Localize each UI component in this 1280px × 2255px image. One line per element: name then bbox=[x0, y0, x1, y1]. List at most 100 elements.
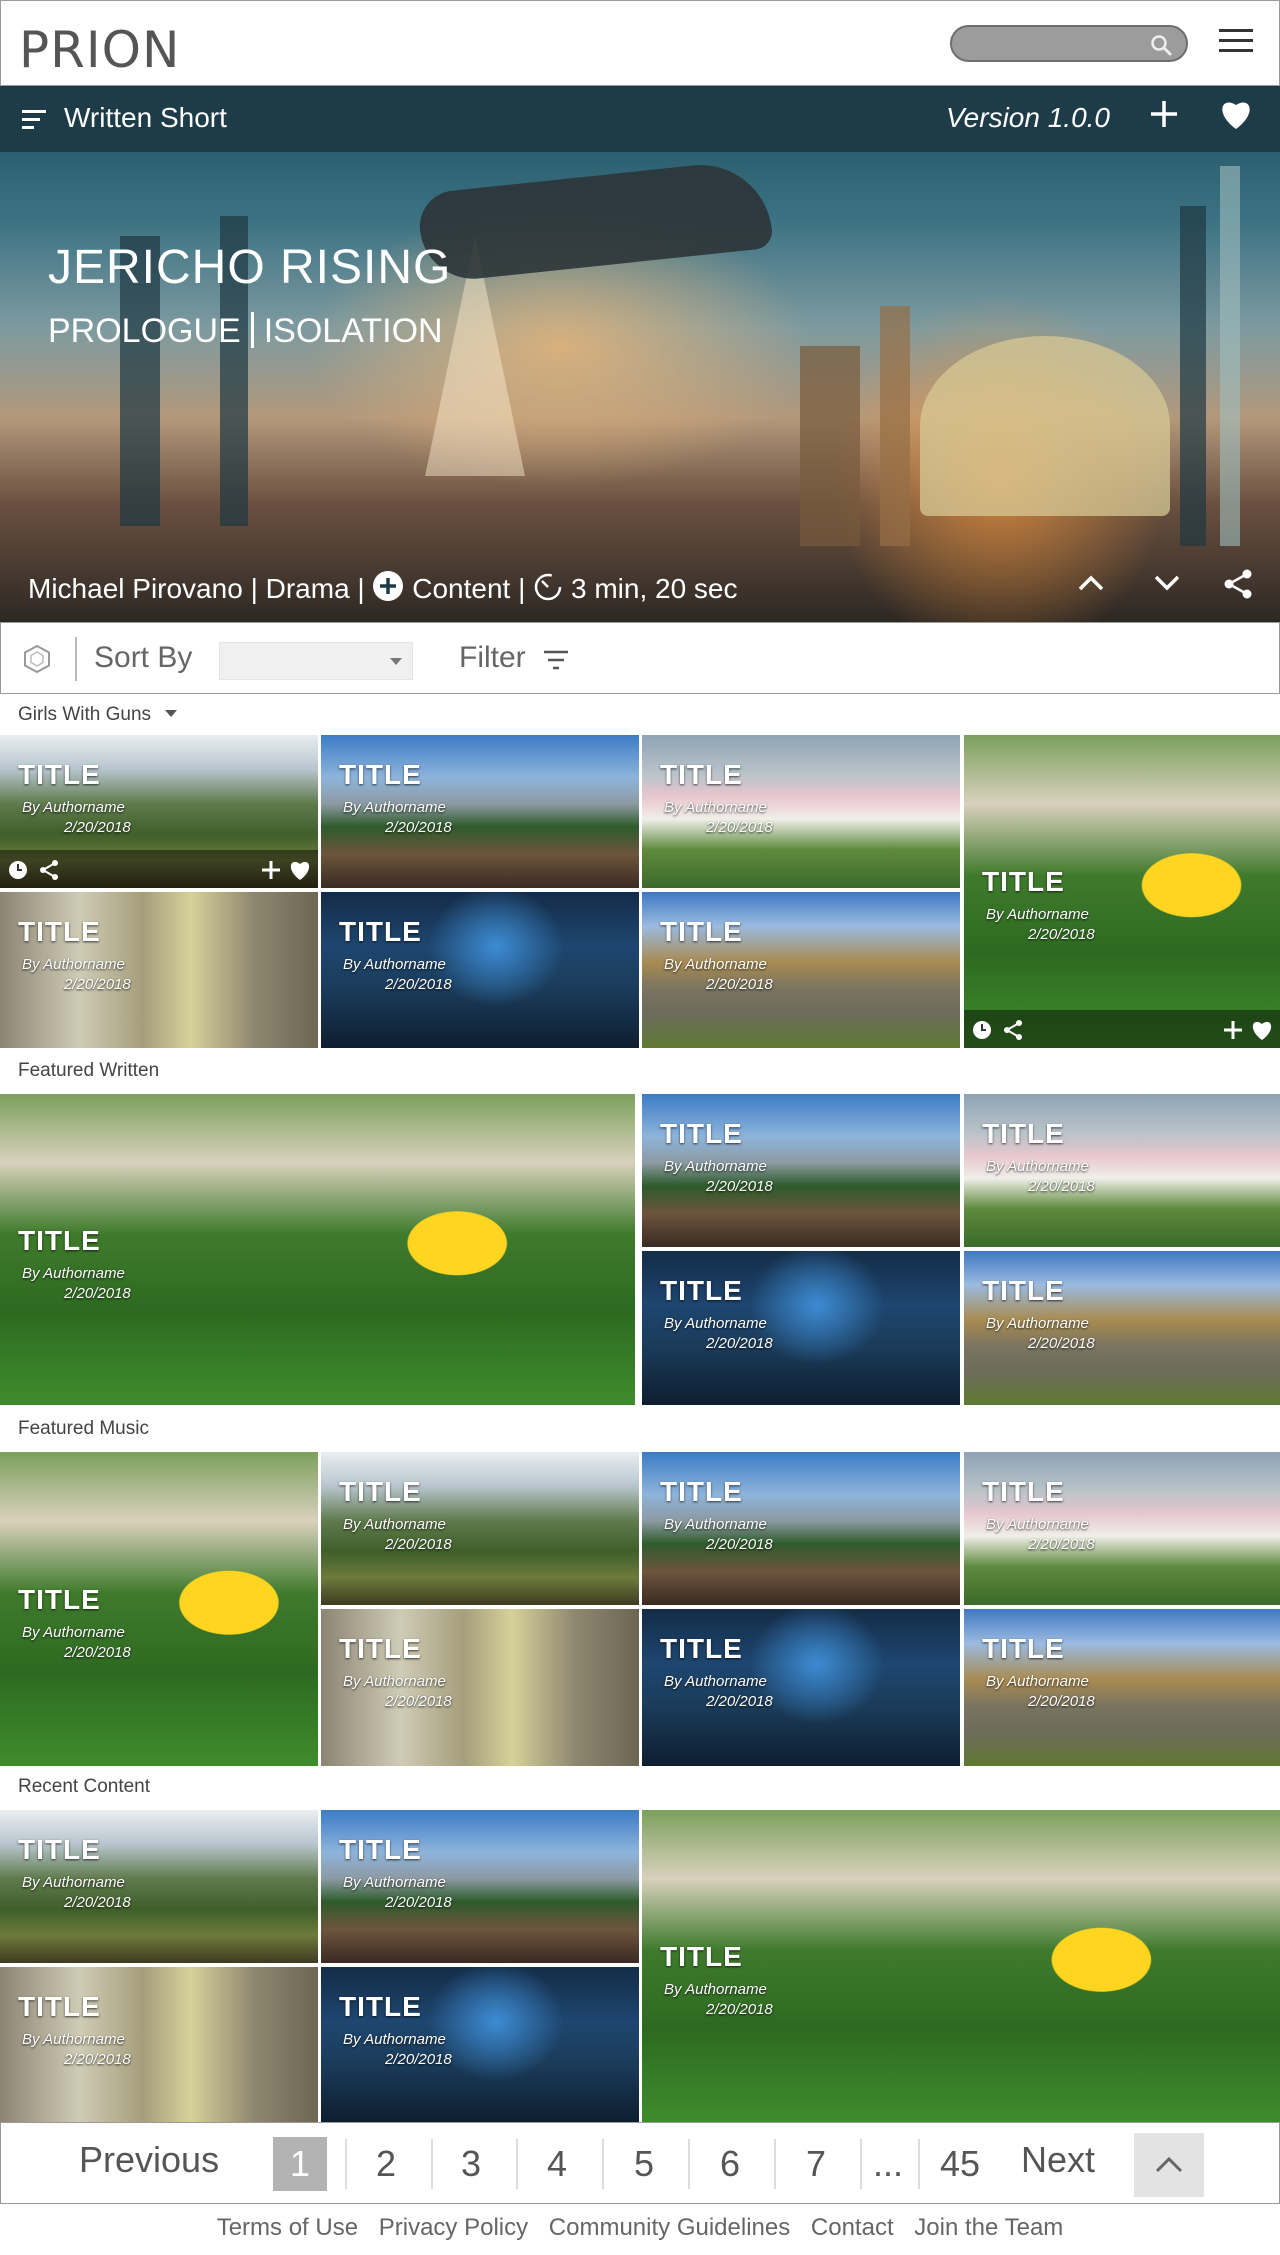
tile-date: 2/20/2018 bbox=[706, 1335, 773, 1352]
content-tile[interactable]: TITLE By Authorname 2/20/2018 bbox=[0, 735, 318, 888]
content-tile[interactable]: TITLE By Authorname 2/20/2018 bbox=[0, 1810, 318, 1963]
tile-title: TITLE bbox=[339, 1633, 422, 1664]
tile-date: 2/20/2018 bbox=[64, 1285, 131, 1302]
content-tile[interactable]: TITLE By Authorname 2/20/2018 bbox=[321, 1609, 639, 1766]
search-icon[interactable] bbox=[1150, 34, 1172, 56]
section-label-featured-written: Featured Written bbox=[18, 1060, 160, 1081]
share-icon[interactable] bbox=[38, 859, 60, 881]
terms-link[interactable]: Terms of Use bbox=[217, 2214, 358, 2241]
guidelines-link[interactable]: Community Guidelines bbox=[549, 2214, 790, 2241]
tile-author: By Authorname bbox=[343, 956, 446, 973]
previous-button[interactable]: Previous bbox=[79, 2139, 219, 2181]
tile-title: TITLE bbox=[339, 1476, 422, 1507]
tile-date: 2/20/2018 bbox=[64, 819, 131, 836]
search-input[interactable] bbox=[950, 25, 1188, 62]
tile-author: By Authorname bbox=[343, 799, 446, 816]
tile-title: TITLE bbox=[339, 1834, 422, 1865]
section-label-featured-music: Featured Music bbox=[18, 1418, 149, 1439]
next-button[interactable]: Next bbox=[1021, 2139, 1095, 2181]
add-circle-icon[interactable] bbox=[372, 570, 404, 609]
sort-label: Sort By bbox=[94, 641, 193, 674]
tile-author: By Authorname bbox=[664, 956, 767, 973]
list-menu-icon[interactable] bbox=[22, 110, 46, 134]
tile-author: By Authorname bbox=[664, 1158, 767, 1175]
tile-date: 2/20/2018 bbox=[64, 1894, 131, 1911]
heart-icon[interactable] bbox=[288, 859, 312, 881]
share-icon[interactable] bbox=[1222, 568, 1254, 605]
tile-author: By Authorname bbox=[22, 799, 125, 816]
chevron-down-icon[interactable] bbox=[1152, 568, 1182, 603]
privacy-link[interactable]: Privacy Policy bbox=[379, 2214, 528, 2241]
tile-title: TITLE bbox=[339, 1991, 422, 2022]
tile-title: TITLE bbox=[660, 1476, 743, 1507]
tile-author: By Authorname bbox=[343, 2031, 446, 2048]
filter-button[interactable]: Filter bbox=[459, 641, 526, 675]
content-tile[interactable]: TITLE By Authorname 2/20/2018 bbox=[642, 1094, 960, 1247]
tile-title: TITLE bbox=[660, 1633, 743, 1664]
content-tile[interactable]: TITLE By Authorname 2/20/2018 bbox=[0, 1094, 635, 1405]
section-bar: Written Short Version 1.0.0 bbox=[0, 86, 1280, 152]
content-tile[interactable]: TITLE By Authorname 2/20/2018 bbox=[642, 1609, 960, 1766]
content-tile[interactable]: TITLE By Authorname 2/20/2018 bbox=[642, 1251, 960, 1405]
menu-icon[interactable] bbox=[1219, 29, 1253, 57]
clock-icon[interactable] bbox=[8, 860, 28, 880]
page-6[interactable]: 6 bbox=[703, 2137, 757, 2191]
tile-title: TITLE bbox=[660, 1275, 743, 1306]
content-tile[interactable]: TITLE By Authorname 2/20/2018 bbox=[964, 735, 1280, 1048]
episode-label: ISOLATION bbox=[263, 312, 443, 350]
tile-date: 2/20/2018 bbox=[706, 1693, 773, 1710]
content-tile[interactable]: TITLE By Authorname 2/20/2018 bbox=[321, 1810, 639, 1963]
tile-author: By Authorname bbox=[986, 1516, 1089, 1533]
add-icon[interactable] bbox=[1222, 1019, 1244, 1041]
content-tile[interactable]: TITLE By Authorname 2/20/2018 bbox=[0, 1967, 318, 2122]
version-label: Version 1.0.0 bbox=[946, 102, 1110, 133]
scroll-top-button[interactable] bbox=[1134, 2133, 1204, 2197]
page-2[interactable]: 2 bbox=[359, 2137, 413, 2191]
page-1[interactable]: 1 bbox=[273, 2137, 327, 2191]
page-3[interactable]: 3 bbox=[444, 2137, 498, 2191]
page-5[interactable]: 5 bbox=[617, 2137, 671, 2191]
content-tile[interactable]: TITLE By Authorname 2/20/2018 bbox=[964, 1094, 1280, 1247]
content-tile[interactable]: TITLE By Authorname 2/20/2018 bbox=[964, 1452, 1280, 1605]
caret-down-icon[interactable] bbox=[165, 710, 178, 717]
page-4[interactable]: 4 bbox=[530, 2137, 584, 2191]
content-tile[interactable]: TITLE By Authorname 2/20/2018 bbox=[0, 892, 318, 1048]
author-link[interactable]: Michael Pirovano bbox=[28, 573, 243, 604]
content-tile[interactable]: TITLE By Authorname 2/20/2018 bbox=[0, 1452, 318, 1766]
clock-icon[interactable] bbox=[972, 1020, 992, 1040]
page-7[interactable]: 7 bbox=[789, 2137, 843, 2191]
content-tile[interactable]: TITLE By Authorname 2/20/2018 bbox=[642, 1810, 1280, 2122]
content-tile[interactable]: TITLE By Authorname 2/20/2018 bbox=[964, 1609, 1280, 1766]
divider bbox=[75, 637, 77, 681]
section-label-girls-with-guns[interactable]: Girls With Guns bbox=[18, 704, 178, 726]
content-tile[interactable]: TITLE By Authorname 2/20/2018 bbox=[642, 892, 960, 1048]
tile-author: By Authorname bbox=[986, 906, 1089, 923]
filter-icon[interactable] bbox=[543, 650, 569, 675]
add-icon[interactable] bbox=[260, 859, 282, 881]
add-icon[interactable] bbox=[1148, 98, 1180, 138]
content-tile[interactable]: TITLE By Authorname 2/20/2018 bbox=[964, 1251, 1280, 1405]
content-tile[interactable]: TITLE By Authorname 2/20/2018 bbox=[321, 735, 639, 888]
logo[interactable]: PRION bbox=[19, 21, 180, 79]
sort-dropdown[interactable] bbox=[219, 642, 413, 680]
share-icon[interactable] bbox=[1002, 1019, 1024, 1041]
tile-title: TITLE bbox=[982, 866, 1065, 897]
content-tile[interactable]: TITLE By Authorname 2/20/2018 bbox=[321, 892, 639, 1048]
contact-link[interactable]: Contact bbox=[811, 2214, 894, 2241]
page-45[interactable]: 45 bbox=[933, 2137, 987, 2191]
hexagon-icon[interactable] bbox=[21, 643, 53, 680]
tile-author: By Authorname bbox=[664, 1981, 767, 1998]
content-tile[interactable]: TITLE By Authorname 2/20/2018 bbox=[321, 1967, 639, 2122]
content-tile[interactable]: TITLE By Authorname 2/20/2018 bbox=[642, 1452, 960, 1605]
content-tile[interactable]: TITLE By Authorname 2/20/2018 bbox=[642, 735, 960, 888]
heart-icon[interactable] bbox=[1218, 98, 1254, 138]
join-link[interactable]: Join the Team bbox=[914, 2214, 1063, 2241]
tile-author: By Authorname bbox=[664, 799, 767, 816]
caret-down-icon bbox=[390, 658, 402, 665]
content-tile[interactable]: TITLE By Authorname 2/20/2018 bbox=[321, 1452, 639, 1605]
content-link[interactable]: Content bbox=[412, 573, 510, 604]
genre-link[interactable]: Drama bbox=[266, 573, 350, 604]
tile-date: 2/20/2018 bbox=[706, 2001, 773, 2018]
chevron-up-icon[interactable] bbox=[1076, 568, 1106, 603]
heart-icon[interactable] bbox=[1250, 1019, 1274, 1041]
